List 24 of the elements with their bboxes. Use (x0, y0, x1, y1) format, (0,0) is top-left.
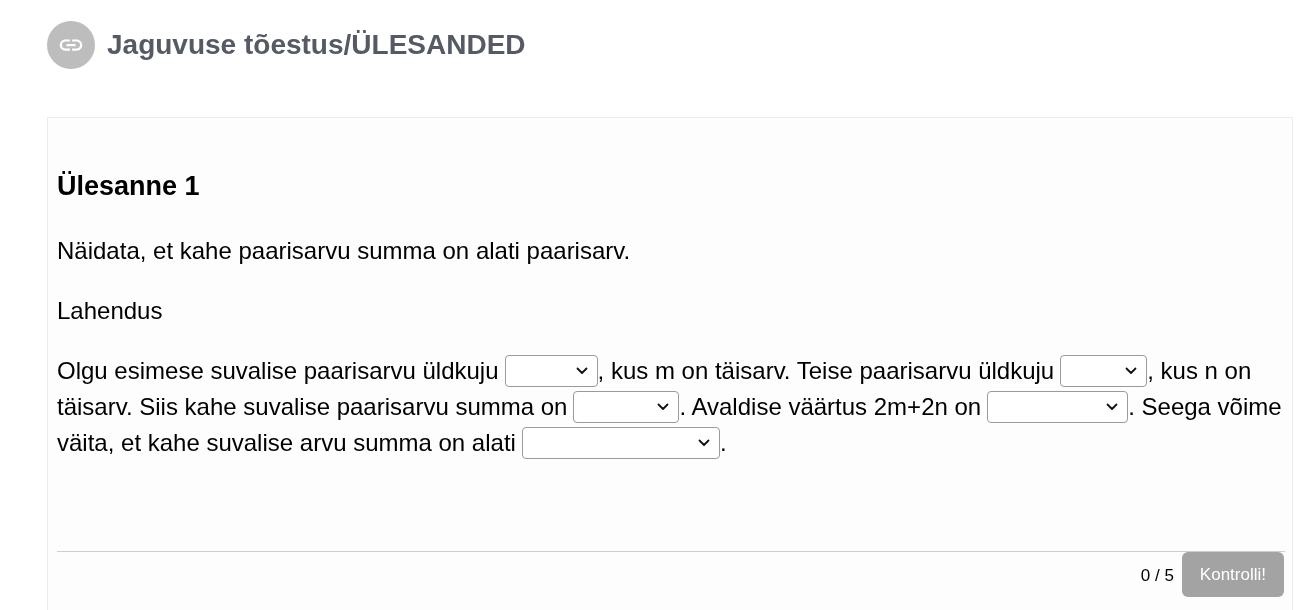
answer-dropdown[interactable] (504, 355, 598, 387)
solution-label: Lahendus (57, 297, 163, 325)
solution-text: , kus m on täisarv. Teise paarisarvu üldkuju (597, 357, 1055, 385)
solution-text: . Seega võime (1128, 393, 1282, 421)
link-icon (47, 21, 95, 69)
solution-text: . Avaldise väärtus 2m+2n on (679, 393, 982, 421)
score-text: 0 / 5 (1140, 564, 1174, 587)
task-heading: Ülesanne 1 (57, 171, 200, 201)
task-statement: Näidata, et kahe paarisarvu summa on alati paarisarv. (57, 237, 631, 265)
solution-text: Olgu esimese suvalise paarisarvu üldkuju (57, 357, 499, 385)
answer-dropdown[interactable] (1060, 355, 1148, 387)
chevron-down-icon (1125, 367, 1138, 375)
answer-dropdown[interactable] (987, 391, 1129, 423)
answer-dropdown[interactable] (521, 427, 720, 459)
answer-dropdown[interactable] (573, 391, 680, 423)
chevron-down-icon (657, 403, 670, 411)
chevron-down-icon (1106, 403, 1119, 411)
solution-text: väita, et kahe suvalise arvu summa on alati (57, 429, 516, 457)
solution-text: täisarv. Siis kahe suvalise paarisarvu summa on (57, 393, 568, 421)
solution-text: , kus n on (1147, 357, 1252, 385)
page-title: Jaguvuse tõestus/ÜLESANDED (107, 28, 526, 62)
chevron-down-icon (697, 439, 710, 447)
solution-text: . (719, 429, 727, 457)
chevron-down-icon (575, 367, 588, 375)
